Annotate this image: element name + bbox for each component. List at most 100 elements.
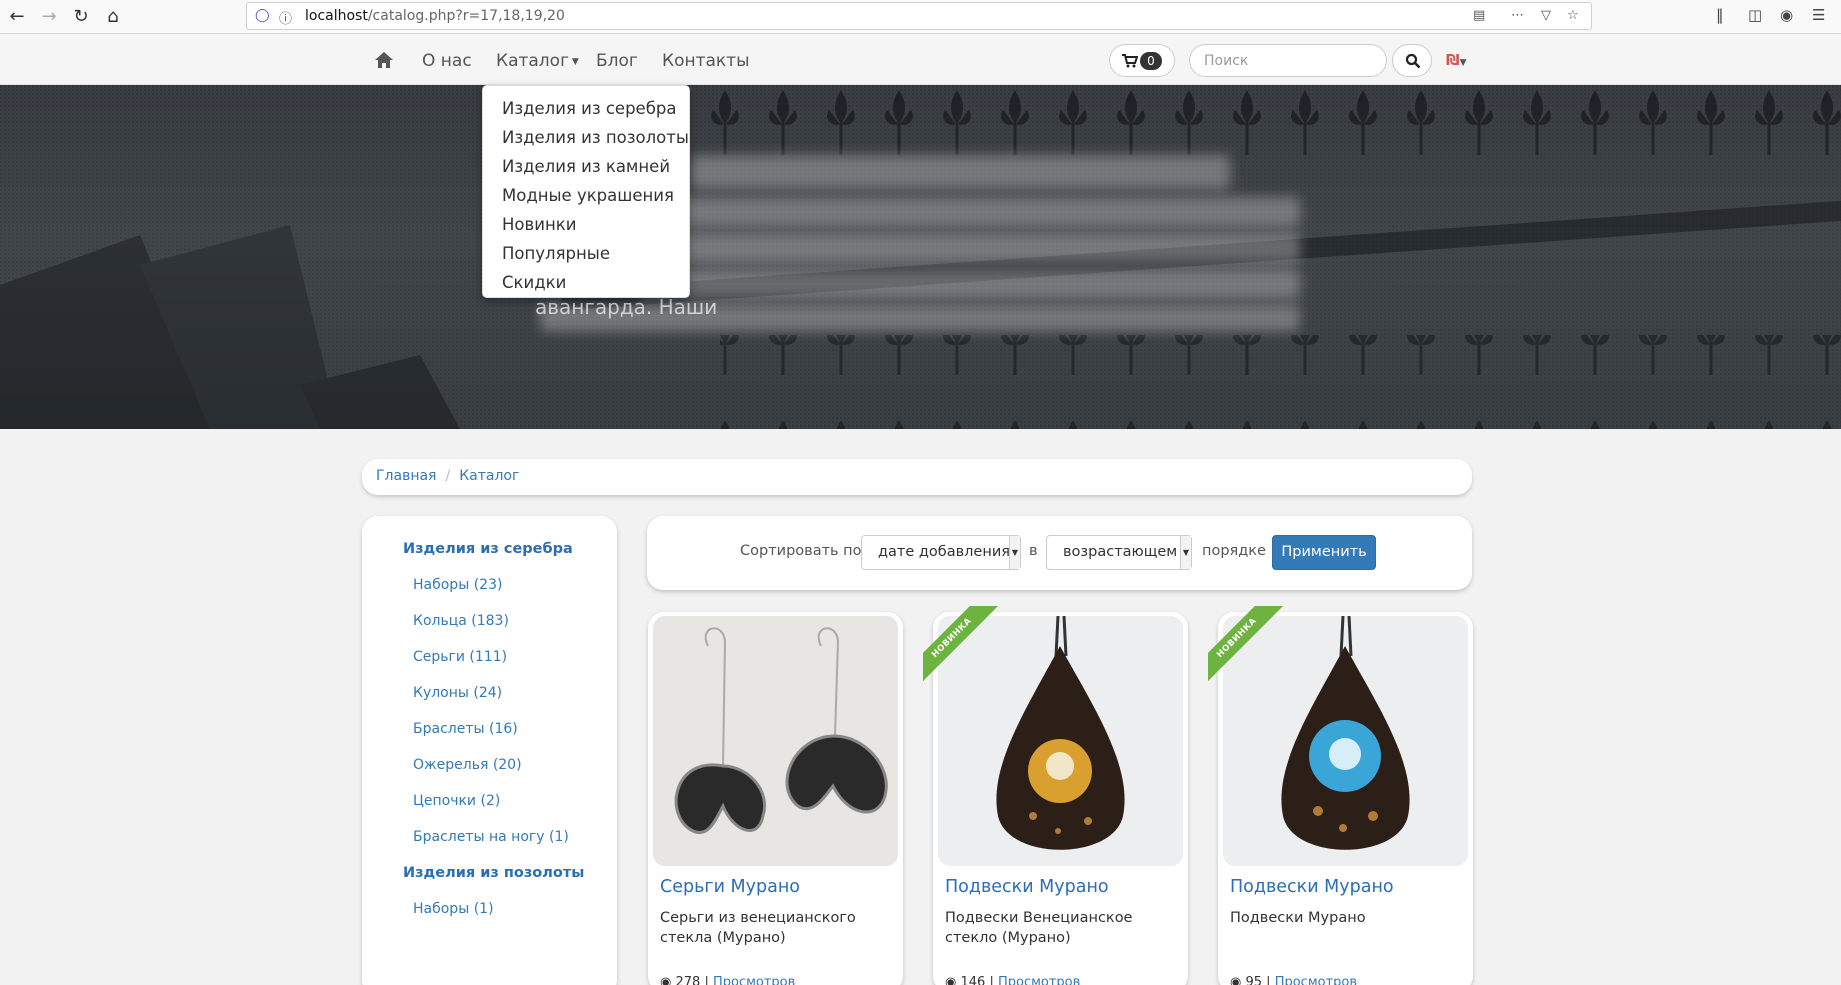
sort-field-value: дате добавления: [878, 544, 1010, 560]
home-browser-icon[interactable]: ⌂: [100, 4, 126, 30]
sidebar-item-chains[interactable]: Цепочки (2): [413, 793, 500, 809]
views-count: 278: [675, 975, 701, 985]
cart-button[interactable]: 0: [1109, 44, 1175, 77]
sort-bar: Сортировать по дате добавления ▼ в возра…: [647, 516, 1472, 590]
library-icon[interactable]: ‖: [1716, 6, 1724, 24]
nav-catalog[interactable]: Каталог ▼: [496, 51, 579, 71]
sidebar-icon[interactable]: ◫: [1748, 6, 1762, 24]
breadcrumb-separator: /: [445, 468, 451, 484]
views-count: 146: [960, 975, 986, 985]
product-description: Подвески Мурано: [1230, 910, 1366, 926]
breadcrumb-home[interactable]: Главная: [376, 468, 436, 484]
views-label[interactable]: Просмотров: [1275, 975, 1357, 985]
blurred-heading: [690, 155, 1230, 189]
nav-about[interactable]: О нас: [422, 51, 472, 71]
product-title[interactable]: Подвески Мурано: [1230, 877, 1394, 897]
sidebar-item-anklets[interactable]: Браслеты на ногу (1): [413, 829, 569, 845]
menu-item-discounts[interactable]: Скидки: [483, 268, 689, 297]
back-icon[interactable]: ←: [4, 4, 30, 30]
views-count: 95: [1245, 975, 1263, 985]
hero-banner: авангарда. Наши: [0, 85, 1841, 429]
caret-down-icon: ▼: [1459, 58, 1467, 68]
sidebar-item-earrings[interactable]: Серьги (111): [413, 649, 507, 665]
cart-icon: [1122, 54, 1138, 68]
flag-icon: ₪: [1446, 51, 1460, 69]
reload-icon[interactable]: ↻: [68, 4, 94, 30]
reader-view-icon[interactable]: ▤: [1473, 8, 1485, 23]
select-arrow-icon: ▼: [1009, 536, 1020, 569]
views-label[interactable]: Просмотров: [713, 975, 795, 985]
product-card[interactable]: НОВИНКА Подвески Мурано Подвески Мурано …: [1208, 606, 1473, 985]
sidebar-item-sets[interactable]: Наборы (23): [413, 577, 502, 593]
product-views: ◉ 278 | Просмотров: [660, 975, 795, 985]
menu-item-popular[interactable]: Популярные: [483, 239, 689, 268]
breadcrumb: Главная / Каталог: [362, 459, 1472, 495]
sidebar-item-rings[interactable]: Кольца (183): [413, 613, 509, 629]
search-input[interactable]: [1189, 44, 1387, 77]
earrings-image: [674, 627, 888, 835]
more-actions-icon[interactable]: ⋯: [1511, 8, 1524, 23]
forward-icon[interactable]: →: [36, 4, 62, 30]
sidebar-item-pendants[interactable]: Кулоны (24): [413, 685, 502, 701]
address-bar[interactable]: ◯ ⓘ localhost/catalog.php?r=17,18,19,20 …: [246, 2, 1592, 30]
language-switcher[interactable]: ₪▼: [1446, 51, 1467, 69]
url-host: localhost: [305, 8, 368, 24]
cart-count-badge: 0: [1140, 52, 1162, 70]
search-button[interactable]: [1392, 44, 1432, 77]
eye-icon: ◉: [945, 975, 957, 985]
product-views: ◉ 95 | Просмотров: [1230, 975, 1357, 985]
new-ribbon-badge: НОВИНКА: [923, 606, 1013, 696]
menu-item-fashion[interactable]: Модные украшения: [483, 181, 689, 210]
sort-order-value: возрастающем: [1063, 544, 1178, 560]
shield-icon[interactable]: ◯: [255, 8, 270, 23]
bookmark-star-icon[interactable]: ☆: [1567, 8, 1579, 23]
breadcrumb-catalog[interactable]: Каталог: [459, 468, 519, 484]
category-sidebar: Изделия из серебра Наборы (23) Кольца (1…: [362, 516, 617, 985]
nav-blog[interactable]: Блог: [596, 51, 638, 71]
product-description: Серьги из венецианского стекла (Мурано): [660, 910, 856, 946]
sidebar-group-silver[interactable]: Изделия из серебра: [403, 541, 573, 557]
menu-item-stones[interactable]: Изделия из камней: [483, 152, 689, 181]
ribbon-label: НОВИНКА: [923, 606, 998, 684]
eye-icon: ◉: [1230, 975, 1242, 985]
nav-catalog-label: Каталог: [496, 51, 570, 71]
browser-toolbar: ← → ↻ ⌂ ◯ ⓘ localhost/catalog.php?r=17,1…: [0, 0, 1841, 34]
search-icon: [1405, 53, 1421, 69]
product-views: ◉ 146 | Просмотров: [945, 975, 1080, 985]
ribbon-label: НОВИНКА: [1208, 606, 1283, 684]
product-card[interactable]: Серьги Мурано Серьги из венецианского ст…: [648, 612, 903, 985]
sort-field-select[interactable]: дате добавления ▼: [861, 535, 1021, 570]
catalog-dropdown-menu: Изделия из серебра Изделия из позолоты И…: [482, 85, 690, 298]
sidebar-item-gilded-sets[interactable]: Наборы (1): [413, 901, 494, 917]
site-navbar: О нас Каталог ▼ Блог Контакты 0 ₪▼: [0, 34, 1841, 85]
hero-text-fragment: авангарда. Наши: [535, 295, 718, 319]
sort-in-label: в: [1029, 543, 1038, 559]
product-description: Подвески Венецианское стекло (Мурано): [945, 910, 1133, 946]
caret-down-icon: ▼: [569, 57, 579, 67]
info-icon[interactable]: ⓘ: [279, 8, 292, 27]
menu-icon[interactable]: ☰: [1812, 6, 1825, 24]
menu-item-gilded[interactable]: Изделия из позолоты: [483, 123, 689, 152]
account-icon[interactable]: ◉: [1780, 6, 1793, 24]
sort-order-select[interactable]: возрастающем ▼: [1046, 535, 1192, 570]
eye-icon: ◉: [660, 975, 672, 985]
product-title[interactable]: Подвески Мурано: [945, 877, 1109, 897]
new-ribbon-badge: НОВИНКА: [1208, 606, 1298, 696]
url-text: localhost/catalog.php?r=17,18,19,20: [305, 8, 565, 24]
blurred-text-line: [640, 269, 1300, 299]
pocket-icon[interactable]: ▽: [1541, 8, 1551, 23]
select-arrow-icon: ▼: [1180, 536, 1191, 569]
product-title[interactable]: Серьги Мурано: [660, 877, 800, 897]
sidebar-item-necklaces[interactable]: Ожерелья (20): [413, 757, 522, 773]
product-card[interactable]: НОВИНКА Подвески Мурано Подвески Венециа…: [923, 606, 1188, 985]
sidebar-item-bracelets[interactable]: Браслеты (16): [413, 721, 518, 737]
sort-by-label: Сортировать по: [740, 543, 862, 559]
menu-item-new[interactable]: Новинки: [483, 210, 689, 239]
sidebar-group-gilded[interactable]: Изделия из позолоты: [403, 865, 584, 881]
views-label[interactable]: Просмотров: [998, 975, 1080, 985]
nav-contacts[interactable]: Контакты: [662, 51, 750, 71]
home-icon[interactable]: [374, 50, 394, 70]
menu-item-silver[interactable]: Изделия из серебра: [483, 94, 689, 123]
product-image[interactable]: [653, 616, 898, 866]
apply-button[interactable]: Применить: [1272, 535, 1376, 570]
